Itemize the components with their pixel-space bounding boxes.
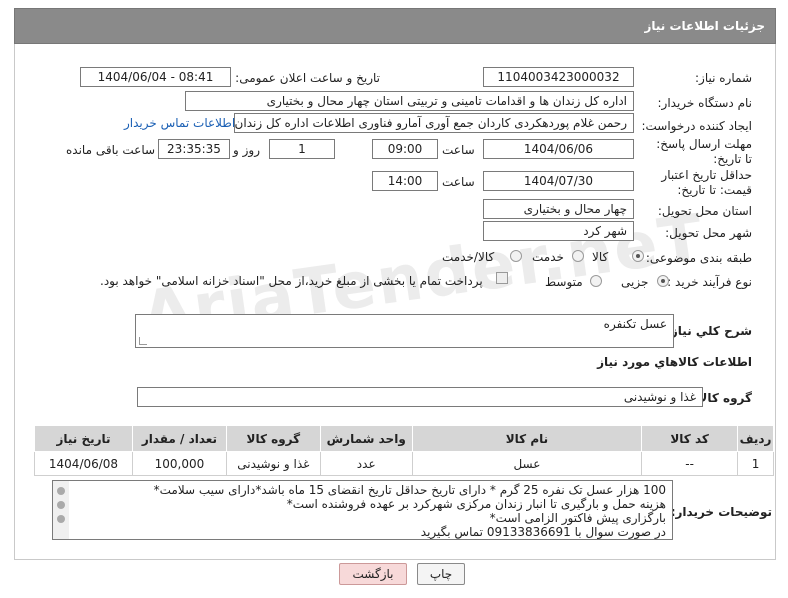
cell-need-date: 1404/06/08 bbox=[34, 451, 133, 476]
need-number-field: 1104003423000032 bbox=[483, 67, 634, 87]
category-option-service: خدمت bbox=[532, 250, 564, 264]
category-radio-service[interactable] bbox=[572, 250, 584, 262]
cell-unit: عدد bbox=[319, 451, 413, 476]
price-validity-date: 1404/07/30 bbox=[483, 171, 634, 191]
back-button[interactable]: بازگشت bbox=[339, 563, 407, 585]
col-code: کد کالا bbox=[641, 425, 739, 452]
notes-scrollbar[interactable] bbox=[53, 481, 69, 539]
announce-datetime-field: 1404/06/04 - 08:41 bbox=[80, 67, 231, 87]
table-row: 1 -- عسل عدد غذا و نوشیدنی 100,000 1404/… bbox=[34, 451, 774, 476]
cell-group: غذا و نوشیدنی bbox=[225, 451, 321, 476]
cell-name: عسل bbox=[411, 451, 643, 476]
goods-table: ردیف کد کالا نام کالا واحد شمارش گروه کا… bbox=[34, 425, 774, 476]
reply-deadline-label: مهلت ارسال پاسخ: تا تاریخ: bbox=[656, 137, 752, 166]
process-radio-medium[interactable] bbox=[590, 275, 602, 287]
description-field: عسل تکنفره bbox=[135, 314, 674, 348]
col-need-date: تاریخ نیاز bbox=[34, 425, 133, 452]
category-option-goods-service: کالا/خدمت bbox=[442, 250, 495, 264]
col-row: ردیف bbox=[737, 425, 774, 452]
process-radio-minor[interactable] bbox=[657, 275, 669, 287]
reply-deadline-date: 1404/06/06 bbox=[483, 139, 634, 159]
goods-section-title: اطلاعات كالاهاي مورد نياز bbox=[597, 355, 752, 369]
purchase-process-label: نوع فرآیند خرید : bbox=[667, 275, 752, 289]
treasury-checkbox[interactable] bbox=[496, 272, 508, 284]
col-name: نام کالا bbox=[411, 425, 643, 452]
process-option-minor: جزیی bbox=[621, 275, 649, 289]
page-title: جزئیات اطلاعات نیاز bbox=[14, 8, 776, 44]
requester-field: رحمن غلام پوردهکردی کاردان جمع آوری آمار… bbox=[234, 113, 634, 133]
col-unit: واحد شمارش bbox=[319, 425, 413, 452]
notes-line: در صورت سوال با 09133836691 تماس بگیرید bbox=[420, 525, 666, 539]
table-header-row: ردیف کد کالا نام کالا واحد شمارش گروه کا… bbox=[34, 425, 774, 452]
buyer-org-label: نام دستگاه خریدار: bbox=[657, 96, 753, 110]
scroll-thumb-icon[interactable] bbox=[57, 501, 65, 509]
category-radio-goods-service[interactable] bbox=[510, 250, 522, 262]
goods-group-field: غذا و نوشیدنی bbox=[137, 387, 703, 407]
notes-line: 100 هزار عسل تک نفره 25 گرم * دارای تاری… bbox=[153, 483, 666, 497]
reply-days-field: 1 bbox=[269, 139, 335, 159]
cell-quantity: 100,000 bbox=[132, 451, 227, 476]
notes-line: هزینه حمل و بارگیری تا انبار زندان مرکزی… bbox=[286, 497, 666, 511]
remaining-time-field: 23:35:35 bbox=[158, 139, 230, 159]
requester-label: ایجاد کننده درخواست: bbox=[641, 119, 752, 133]
price-validity-time-label: ساعت bbox=[442, 175, 475, 189]
category-label: طبقه بندی موضوعی: bbox=[645, 251, 752, 265]
announce-datetime-label: تاریخ و ساعت اعلان عمومی: bbox=[235, 71, 380, 85]
scroll-up-icon[interactable] bbox=[57, 487, 65, 495]
reply-deadline-time-label: ساعت bbox=[442, 143, 475, 157]
process-option-medium: متوسط bbox=[545, 275, 583, 289]
treasury-note: پرداخت تمام یا بخشی از مبلغ خرید،از محل … bbox=[100, 274, 483, 288]
reply-deadline-time: 09:00 bbox=[372, 139, 438, 159]
col-group: گروه کالا bbox=[225, 425, 321, 452]
need-number-label: شماره نیاز: bbox=[695, 71, 752, 85]
print-button[interactable]: چاپ bbox=[417, 563, 465, 585]
reply-days-label: روز و bbox=[233, 143, 260, 157]
category-radio-goods[interactable] bbox=[632, 250, 644, 262]
resize-handle-icon[interactable] bbox=[139, 337, 147, 345]
col-quantity: تعداد / مقدار bbox=[132, 425, 227, 452]
price-validity-label: حداقل تاریخ اعتبار قیمت: تا تاریخ: bbox=[661, 168, 752, 197]
remaining-time-label: ساعت باقی مانده bbox=[66, 143, 156, 157]
delivery-province-label: استان محل تحویل: bbox=[657, 204, 752, 218]
buyer-notes-label: توضیحات خریدار: bbox=[670, 505, 772, 519]
buyer-notes-field: 100 هزار عسل تک نفره 25 گرم * دارای تاری… bbox=[52, 480, 673, 540]
price-validity-time: 14:00 bbox=[372, 171, 438, 191]
scroll-down-icon[interactable] bbox=[57, 515, 65, 523]
notes-line: بارگزاری پیش فاکتور الزامی است* bbox=[489, 511, 666, 525]
cell-row: 1 bbox=[737, 451, 774, 476]
delivery-province-field: چهار محال و بختیاری bbox=[483, 199, 634, 219]
cell-code: -- bbox=[641, 451, 739, 476]
delivery-city-field: شهر کرد bbox=[483, 221, 634, 241]
delivery-city-label: شهر محل تحویل: bbox=[665, 226, 752, 240]
description-label: شرح كلي نياز: bbox=[666, 324, 752, 338]
buyer-org-field: اداره کل زندان ها و اقدامات تامینی و ترب… bbox=[185, 91, 634, 111]
buyer-contact-link[interactable]: اطلاعات تماس خریدار bbox=[124, 116, 235, 130]
category-option-goods: کالا bbox=[592, 250, 609, 264]
